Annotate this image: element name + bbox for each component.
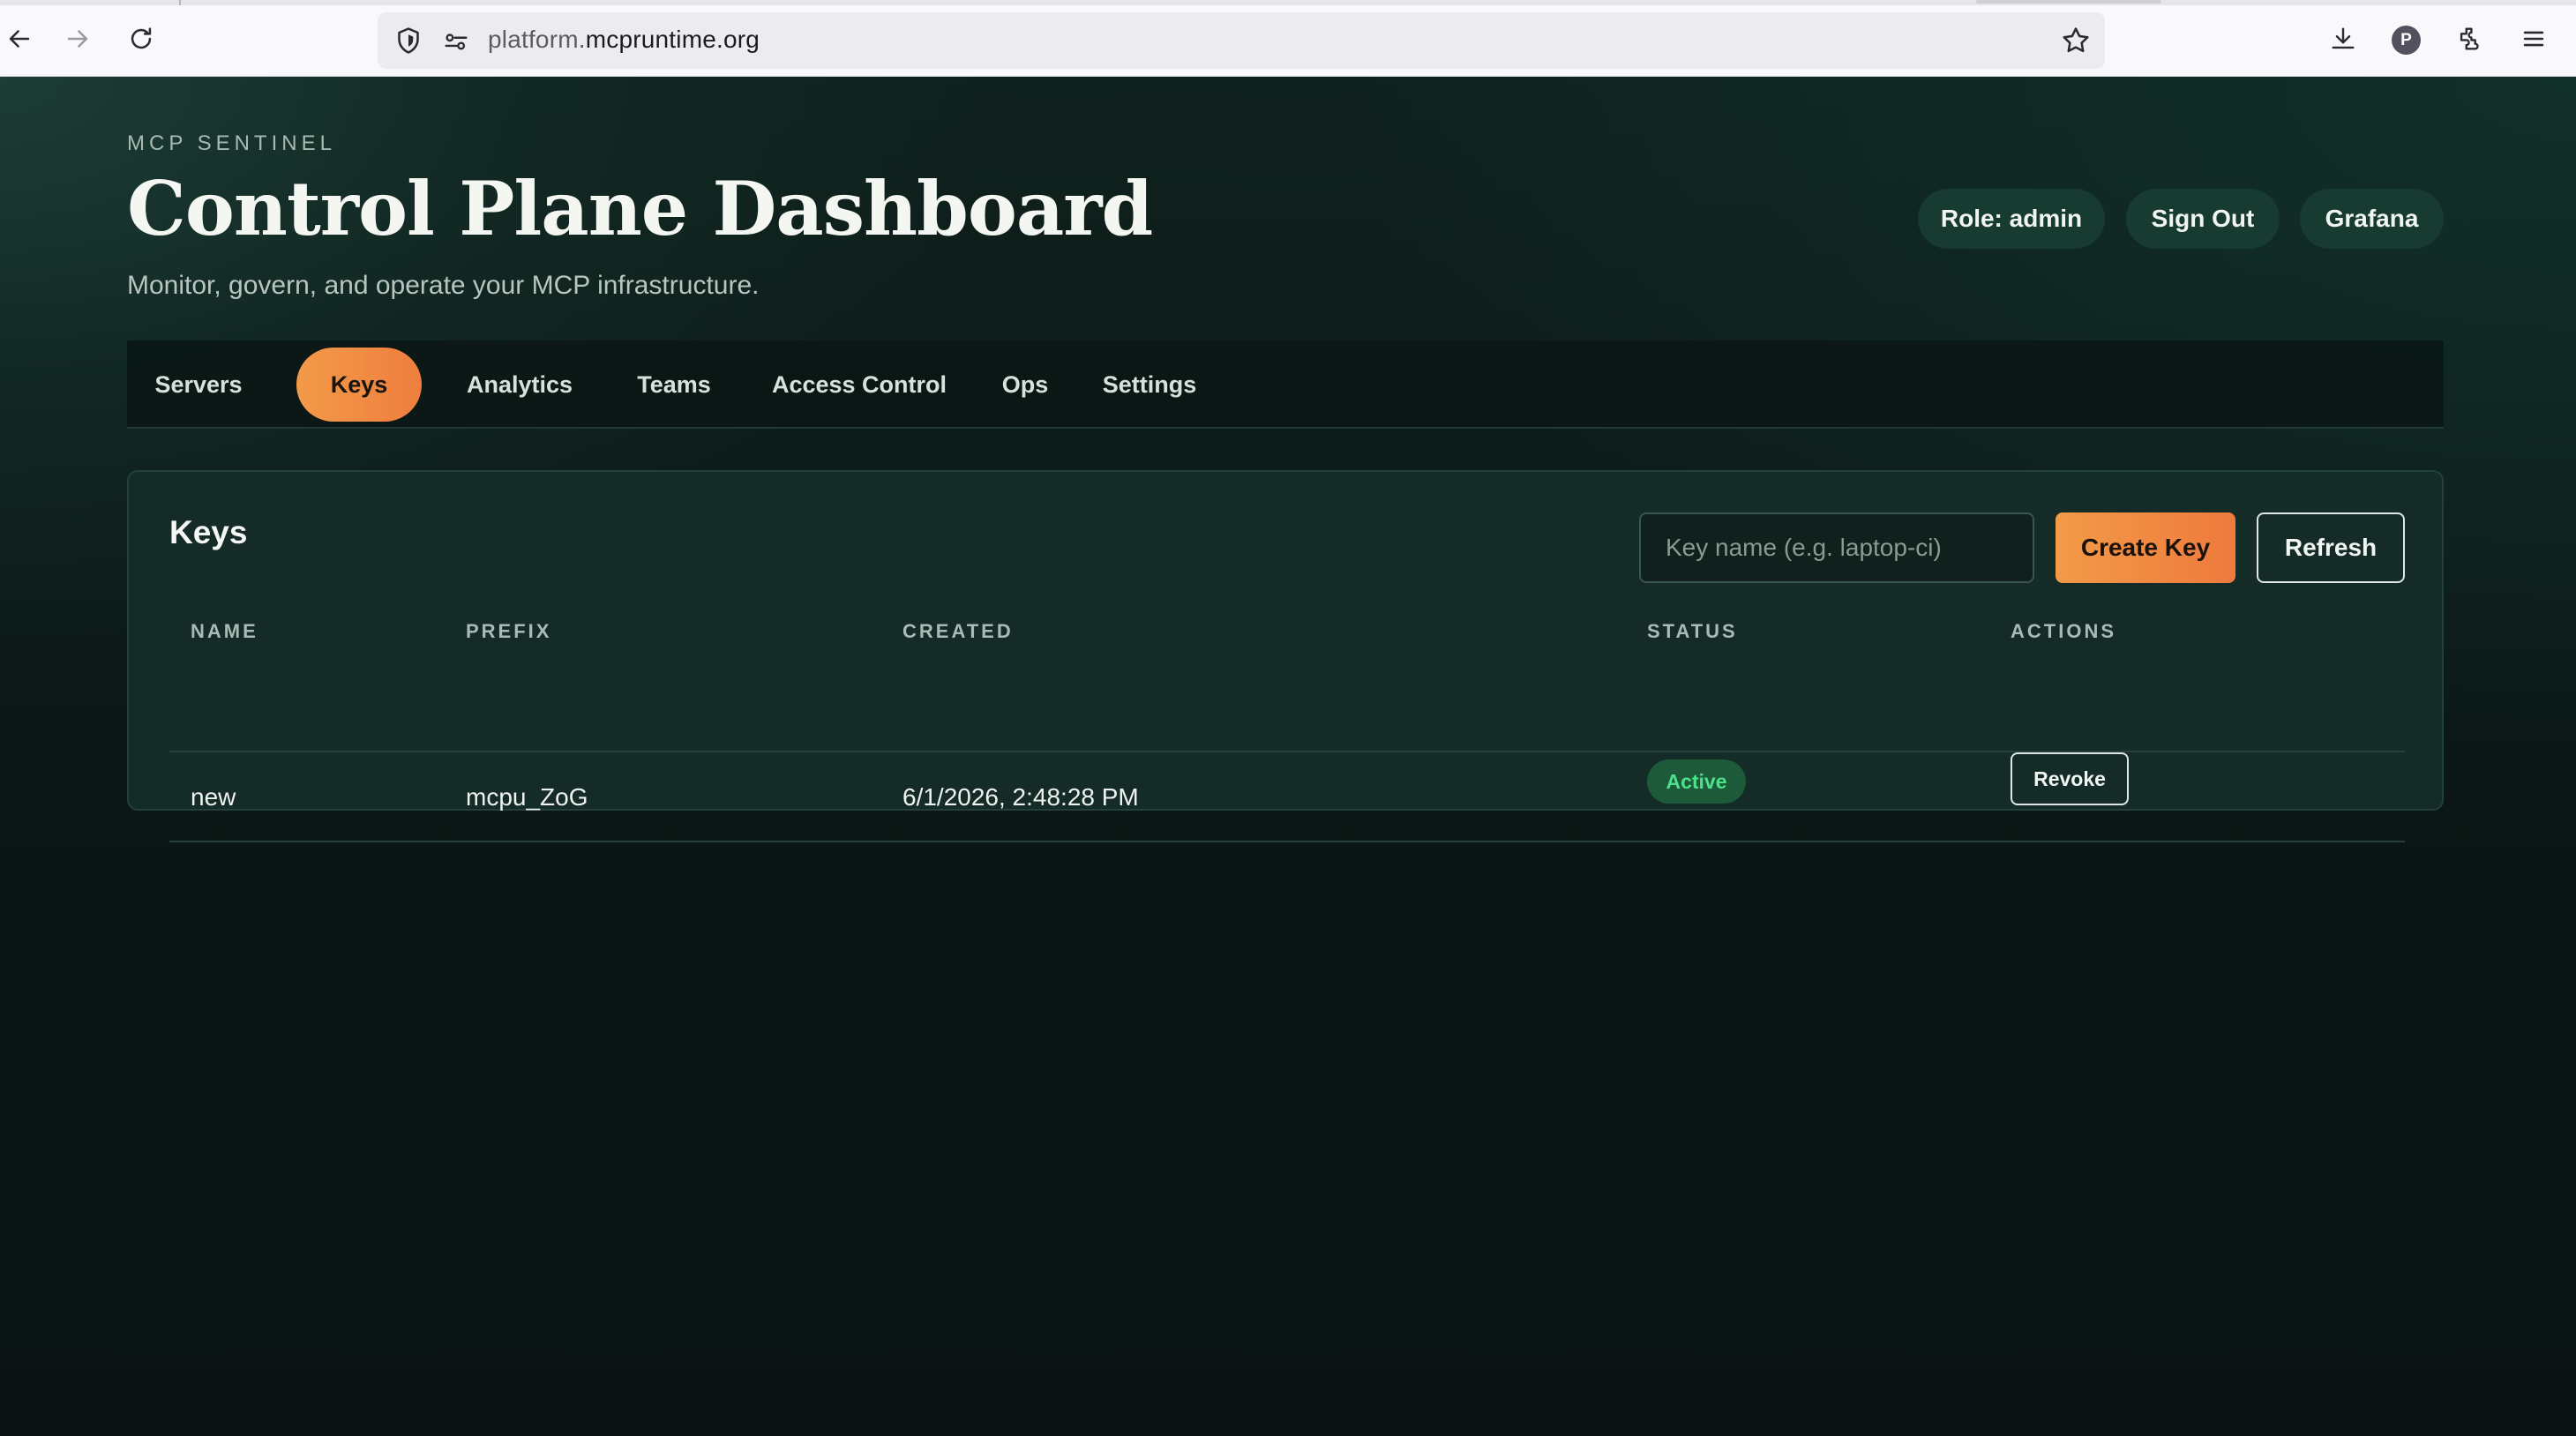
forward-icon[interactable] <box>58 19 97 58</box>
key-name-input[interactable] <box>1639 512 2034 583</box>
column-header-status: STATUS <box>1647 620 1738 642</box>
profile-avatar[interactable]: P <box>2392 26 2421 55</box>
profile-initial: P <box>2400 30 2412 49</box>
role-badge-button[interactable]: Role: admin <box>1918 189 2105 249</box>
tab-teams[interactable]: Teams <box>621 348 727 422</box>
tracking-shield-icon[interactable] <box>393 25 424 56</box>
column-header-created: CREATED <box>902 620 1014 642</box>
key-created-cell: 6/1/2026, 2:48:28 PM <box>902 783 1139 811</box>
tab-servers[interactable]: Servers <box>141 348 256 422</box>
tab-settings[interactable]: Settings <box>1083 348 1216 422</box>
column-header-actions: ACTIONS <box>2011 620 2116 642</box>
bookmark-star-icon[interactable] <box>2059 24 2093 57</box>
keys-panel-title: Keys <box>169 514 248 550</box>
column-header-name: NAME <box>191 620 258 642</box>
key-prefix-cell: mcpu_ZoG <box>466 783 588 811</box>
address-bar[interactable]: platform.mcpruntime.org <box>378 12 2105 69</box>
tab-ops[interactable]: Ops <box>985 348 1066 422</box>
tab-keys[interactable]: Keys <box>296 348 422 422</box>
column-header-prefix: PREFIX <box>466 620 552 642</box>
tab-strip <box>0 0 2576 5</box>
brand-eyebrow: MCP SENTINEL <box>127 131 336 155</box>
dashboard-page: MCP SENTINEL Control Plane Dashboard Mon… <box>0 77 2576 1436</box>
tab-access-control[interactable]: Access Control <box>762 348 956 422</box>
key-name-cell: new <box>191 783 236 811</box>
extensions-icon[interactable] <box>2452 21 2488 56</box>
browser-toolbar: platform.mcpruntime.org P <box>0 0 2576 77</box>
menu-icon[interactable] <box>2516 21 2551 56</box>
url-text[interactable]: platform.mcpruntime.org <box>488 26 760 54</box>
tab-analytics[interactable]: Analytics <box>453 348 586 422</box>
sign-out-button[interactable]: Sign Out <box>2126 189 2280 249</box>
table-row-divider <box>169 841 2405 842</box>
downloads-icon[interactable] <box>2325 21 2361 56</box>
reload-icon[interactable] <box>122 19 161 58</box>
tab-indicator <box>1976 0 2161 4</box>
status-badge: Active <box>1647 759 1746 804</box>
site-permissions-icon[interactable] <box>441 26 471 56</box>
refresh-button[interactable]: Refresh <box>2257 512 2405 583</box>
page-title: Control Plane Dashboard <box>127 165 1153 252</box>
create-key-button[interactable]: Create Key <box>2056 512 2235 583</box>
page-subtitle: Monitor, govern, and operate your MCP in… <box>127 271 760 300</box>
tab-separator <box>179 0 181 5</box>
keys-panel: Keys Create Key Refresh NAME PREFIX CREA… <box>127 470 2444 842</box>
grafana-button[interactable]: Grafana <box>2300 189 2444 249</box>
revoke-button[interactable]: Revoke <box>2011 752 2129 805</box>
main-tabs: Servers Keys Analytics Teams Access Cont… <box>127 340 2444 429</box>
back-icon[interactable] <box>0 19 39 58</box>
